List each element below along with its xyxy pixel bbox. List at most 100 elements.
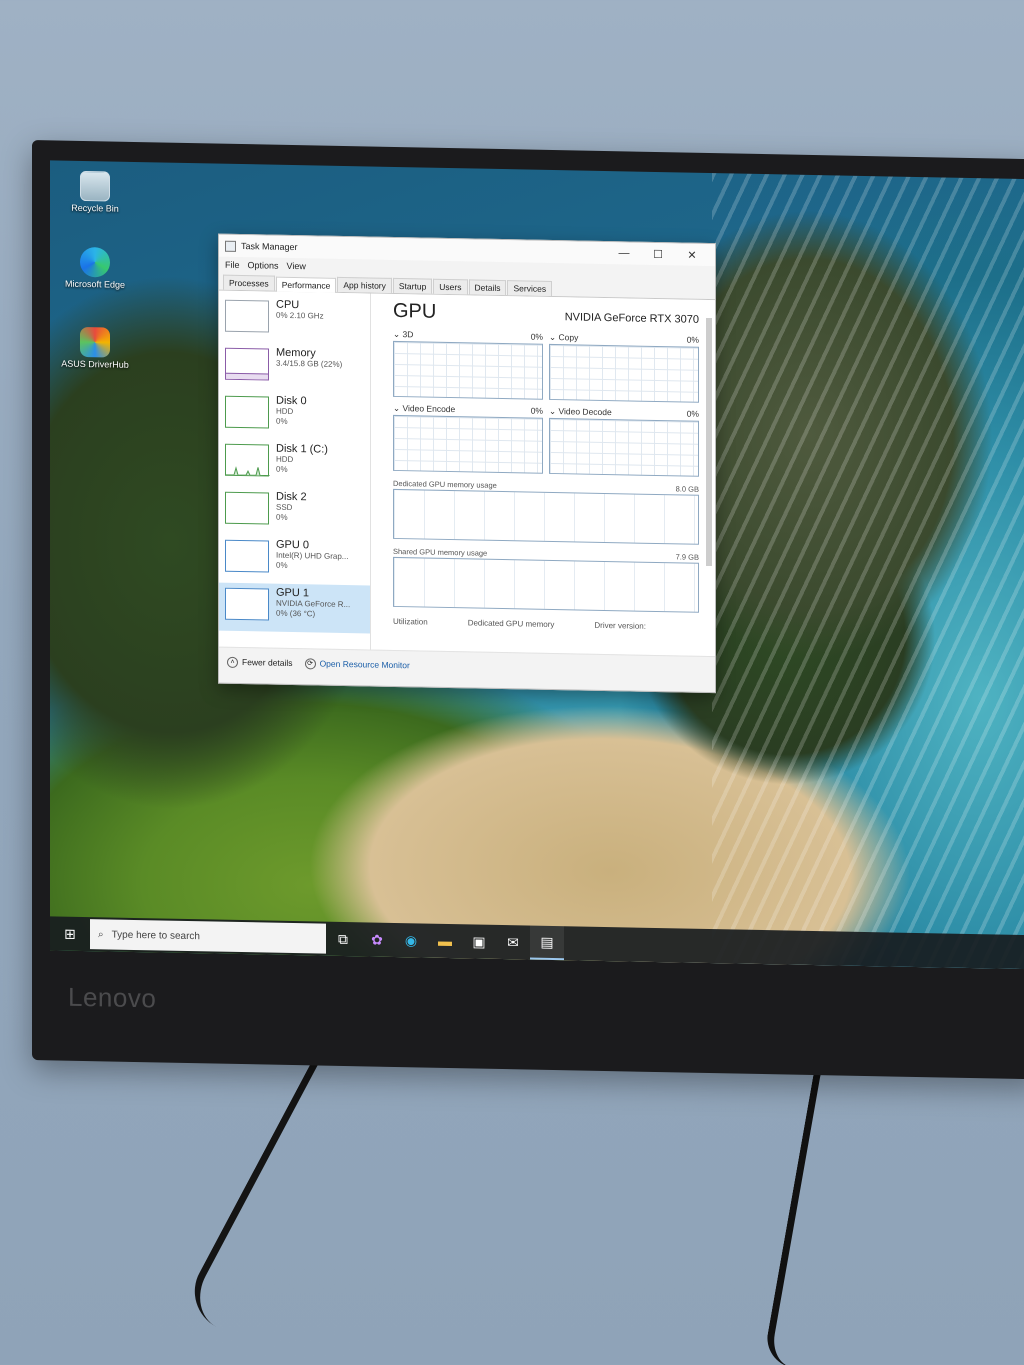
- sidebar-item-detail: HDD: [276, 406, 294, 417]
- sidebar-item-detail: 0% 2.10 GHz: [276, 310, 324, 321]
- tab-performance[interactable]: Performance: [275, 276, 337, 293]
- resource-sidebar: CPU 0% 2.10 GHz Memory 3.4/15.8 GB (22%): [219, 290, 371, 650]
- engine-graph-video-decode[interactable]: ⌄ Video Decode 0%: [549, 406, 699, 477]
- mail-icon[interactable]: ✉: [496, 925, 530, 960]
- engine-graph-video-encode[interactable]: ⌄ Video Encode 0%: [393, 403, 543, 474]
- sidebar-item-name: Disk 2: [276, 490, 307, 504]
- shared-memory-label: Shared GPU memory usage: [393, 546, 488, 558]
- sidebar-item-detail: SSD: [276, 502, 293, 513]
- engine-label: Video Encode: [402, 403, 456, 415]
- wallpaper-surf: [712, 173, 1024, 970]
- desktop-icon-label: ASUS DriverHub: [61, 358, 129, 370]
- sidebar-item-disk-1[interactable]: Disk 1 (C:) HDD 0%: [219, 439, 370, 490]
- dedicated-memory-label: Dedicated GPU memory usage: [393, 478, 497, 490]
- stat-label: Dedicated GPU memory: [467, 618, 555, 630]
- sidebar-item-disk-2[interactable]: Disk 2 SSD 0%: [219, 487, 370, 538]
- window-title: Task Manager: [241, 241, 298, 253]
- gpu-stats-row: Utilization Dedicated GPU memory Driver …: [393, 617, 699, 632]
- chevron-up-icon: ˄: [227, 656, 238, 669]
- engine-graph-3d[interactable]: ⌄ 3D 0%: [393, 329, 543, 400]
- engine-value: 0%: [686, 408, 699, 419]
- copilot-icon[interactable]: ✿: [360, 922, 394, 957]
- engine-graph-copy[interactable]: ⌄ Copy 0%: [549, 332, 699, 403]
- utilization-graph: [549, 417, 699, 477]
- edge-icon: [80, 246, 110, 278]
- utilization-graph: [393, 414, 543, 474]
- menu-view[interactable]: View: [287, 261, 306, 271]
- vertical-scrollbar[interactable]: [706, 308, 712, 648]
- store-icon[interactable]: ▣: [462, 924, 496, 959]
- sidebar-item-name: CPU: [276, 298, 300, 312]
- gpu-1-thumbnail-graph: [225, 587, 269, 621]
- menu-options[interactable]: Options: [248, 260, 279, 271]
- desktop-icon-asus-driverhub[interactable]: ASUS DriverHub: [60, 326, 130, 370]
- shared-memory-max: 7.9 GB: [675, 552, 699, 562]
- start-button[interactable]: ⊞: [50, 925, 90, 943]
- desktop-screen: Recycle Bin Microsoft Edge ASUS DriverHu…: [50, 160, 1024, 970]
- sidebar-item-memory[interactable]: Memory 3.4/15.8 GB (22%): [219, 343, 370, 394]
- close-button[interactable]: ✕: [675, 248, 709, 262]
- maximize-button[interactable]: ☐: [641, 247, 675, 261]
- resource-monitor-icon: ⟳: [304, 658, 316, 670]
- cable-right: [762, 1047, 878, 1365]
- file-explorer-icon[interactable]: ▬: [428, 924, 462, 959]
- edge-icon[interactable]: ◉: [394, 923, 428, 958]
- tab-app-history[interactable]: App history: [337, 276, 392, 293]
- desktop-icon-edge[interactable]: Microsoft Edge: [60, 246, 130, 290]
- asus-icon: [80, 326, 110, 358]
- open-resource-monitor-link[interactable]: ⟳ Open Resource Monitor: [304, 658, 410, 671]
- menu-file[interactable]: File: [225, 260, 240, 270]
- stat-label: Utilization: [393, 616, 428, 627]
- gpu-0-thumbnail-graph: [225, 539, 269, 573]
- sidebar-item-name: Disk 0: [276, 394, 307, 408]
- sidebar-item-gpu-0[interactable]: GPU 0 Intel(R) UHD Grap... 0%: [219, 535, 370, 586]
- sidebar-item-usage: 0%: [276, 512, 288, 522]
- engine-value: 0%: [686, 334, 699, 345]
- desktop-icon-label: Microsoft Edge: [64, 278, 126, 290]
- cpu-thumbnail-graph: [225, 299, 269, 333]
- monitor-brand-logo: Lenovo: [68, 981, 157, 1014]
- engine-value: 0%: [530, 405, 543, 416]
- utilization-graph: [549, 343, 699, 403]
- tab-services[interactable]: Services: [507, 280, 553, 296]
- tab-users[interactable]: Users: [433, 278, 468, 295]
- sidebar-item-cpu[interactable]: CPU 0% 2.10 GHz: [219, 295, 370, 346]
- sidebar-item-usage: 0%: [276, 560, 288, 570]
- sidebar-item-gpu-1[interactable]: GPU 1 NVIDIA GeForce R... 0% (36 °C): [219, 582, 370, 634]
- tab-startup[interactable]: Startup: [392, 277, 433, 294]
- monitor: Recycle Bin Microsoft Edge ASUS DriverHu…: [32, 140, 1024, 1080]
- open-resource-monitor-label: Open Resource Monitor: [319, 658, 410, 671]
- tab-details[interactable]: Details: [468, 279, 507, 296]
- sidebar-item-name: Disk 1 (C:): [276, 442, 328, 456]
- search-icon: ⌕: [98, 928, 104, 940]
- fewer-details-button[interactable]: ˄ Fewer details: [227, 656, 293, 670]
- disk-2-thumbnail-graph: [225, 491, 269, 525]
- scrollbar-thumb[interactable]: [706, 317, 712, 567]
- task-view-icon[interactable]: ⧉: [326, 922, 360, 957]
- fewer-details-label: Fewer details: [242, 656, 293, 668]
- search-placeholder: Type here to search: [111, 929, 200, 942]
- sidebar-item-disk-0[interactable]: Disk 0 HDD 0%: [219, 391, 370, 442]
- engine-label: Video Decode: [558, 406, 612, 418]
- sidebar-item-usage: 0%: [276, 464, 288, 474]
- memory-thumbnail-graph: [225, 347, 269, 381]
- gpu-model-name: NVIDIA GeForce RTX 3070: [564, 311, 699, 326]
- sidebar-item-detail: 3.4/15.8 GB (22%): [276, 358, 343, 369]
- task-manager-window[interactable]: Task Manager — ☐ ✕ File Options View Pro…: [218, 233, 716, 694]
- disk-1-thumbnail-graph: [225, 443, 270, 477]
- sidebar-item-usage: 0%: [276, 416, 288, 426]
- desktop-icon-label: Recycle Bin: [71, 202, 119, 214]
- engine-label: Copy: [558, 332, 579, 343]
- taskbar-search-box[interactable]: ⌕ Type here to search: [90, 919, 326, 954]
- stat-label: Driver version:: [594, 620, 646, 631]
- shared-memory-graph: [393, 556, 699, 613]
- engine-value: 0%: [530, 331, 543, 342]
- minimize-button[interactable]: —: [607, 247, 641, 260]
- task-manager-icon[interactable]: ▤: [530, 925, 564, 961]
- windows-logo-icon: ⊞: [64, 925, 76, 942]
- desktop-icon-recycle-bin[interactable]: Recycle Bin: [60, 170, 130, 214]
- dedicated-memory-max: 8.0 GB: [675, 484, 699, 494]
- sidebar-item-usage: 0% (36 °C): [276, 608, 316, 619]
- tab-processes[interactable]: Processes: [223, 274, 275, 291]
- page-title: GPU: [393, 299, 437, 323]
